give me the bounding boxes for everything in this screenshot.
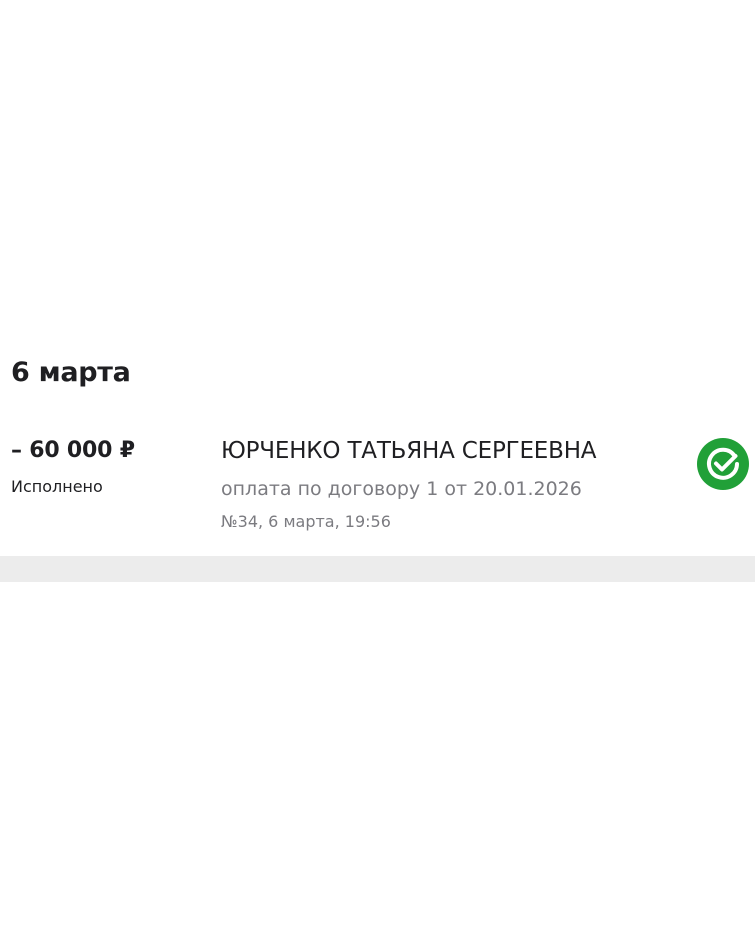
section-divider — [0, 556, 755, 582]
operation-meta: №34, 6 марта, 19:56 — [221, 512, 391, 531]
operation-recipient: ЮРЧЕНКО ТАТЬЯНА СЕРГЕЕВНА — [221, 438, 597, 464]
operation-status: Исполнено — [11, 477, 103, 496]
operation-amount: – 60 000 ₽ — [11, 438, 135, 463]
operation-purpose: оплата по договору 1 от 20.01.2026 — [221, 478, 582, 500]
sberbank-logo-icon — [697, 438, 749, 490]
date-heading: 6 марта — [11, 357, 131, 388]
operation-row[interactable]: – 60 000 ₽ Исполнено ЮРЧЕНКО ТАТЬЯНА СЕР… — [0, 430, 755, 540]
